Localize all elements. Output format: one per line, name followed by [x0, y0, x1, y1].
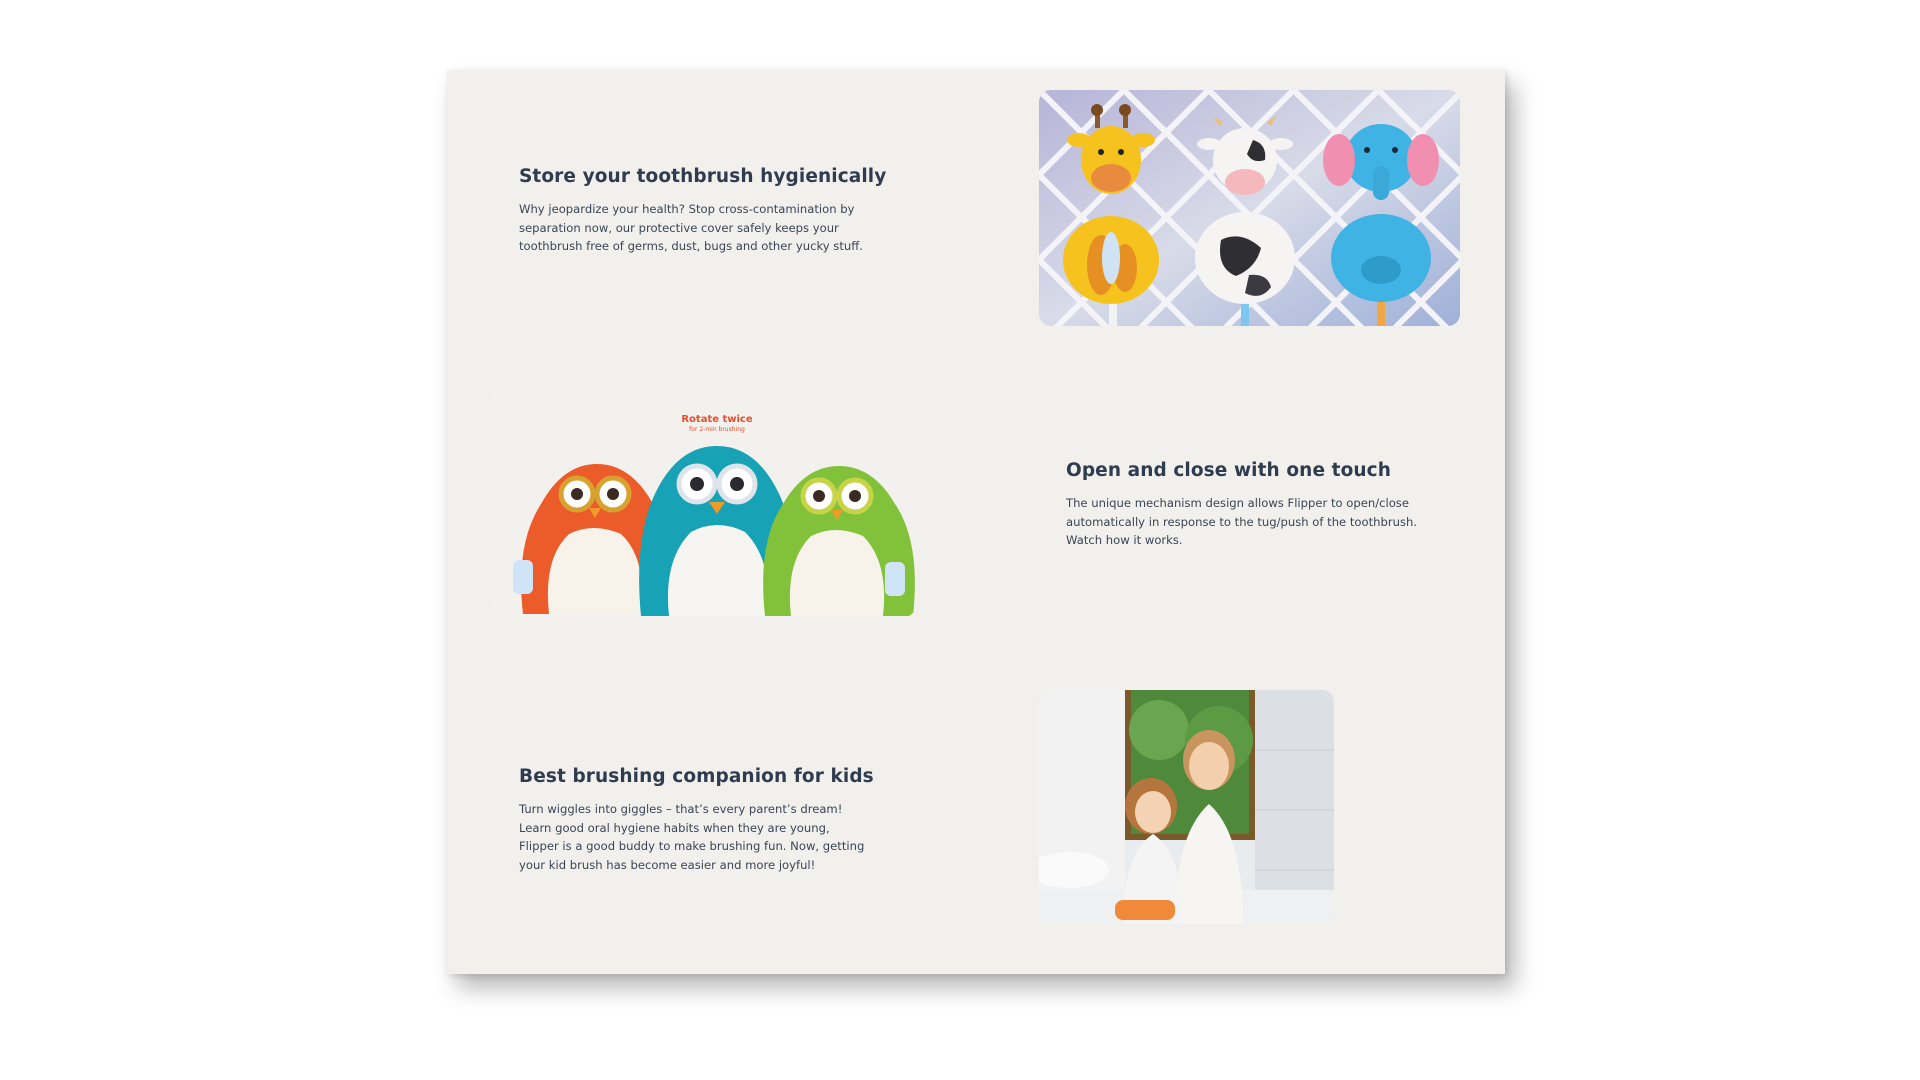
feature-title: Open and close with one touch: [1066, 460, 1391, 481]
feature-hygienic-storage: Store your toothbrush hygienically Why j…: [519, 166, 887, 256]
rotate-twice-label: Rotate twice: [681, 414, 753, 425]
rotate-twice-sublabel: for 2-min brushing: [689, 426, 745, 433]
kids-brushing-photo: [1039, 690, 1334, 924]
feature-one-touch: Open and close with one touch The unique…: [1066, 460, 1418, 550]
feature-description: The unique mechanism design allows Flipp…: [1066, 496, 1418, 547]
feature-title: Store your toothbrush hygienically: [519, 166, 887, 187]
owl-toothbrush-holders-image: Rotate twice for 2-min brushing: [493, 384, 917, 618]
feature-kids-companion: Best brushing companion for kids Turn wi…: [519, 766, 874, 874]
feature-description: Why jeopardize your health? Stop cross-c…: [519, 202, 863, 253]
feature-description: Turn wiggles into giggles – that’s every…: [519, 802, 865, 872]
animal-toothbrush-holders-image: [1039, 90, 1460, 326]
feature-panel: Store your toothbrush hygienically Why j…: [447, 70, 1505, 974]
feature-title: Best brushing companion for kids: [519, 766, 874, 787]
